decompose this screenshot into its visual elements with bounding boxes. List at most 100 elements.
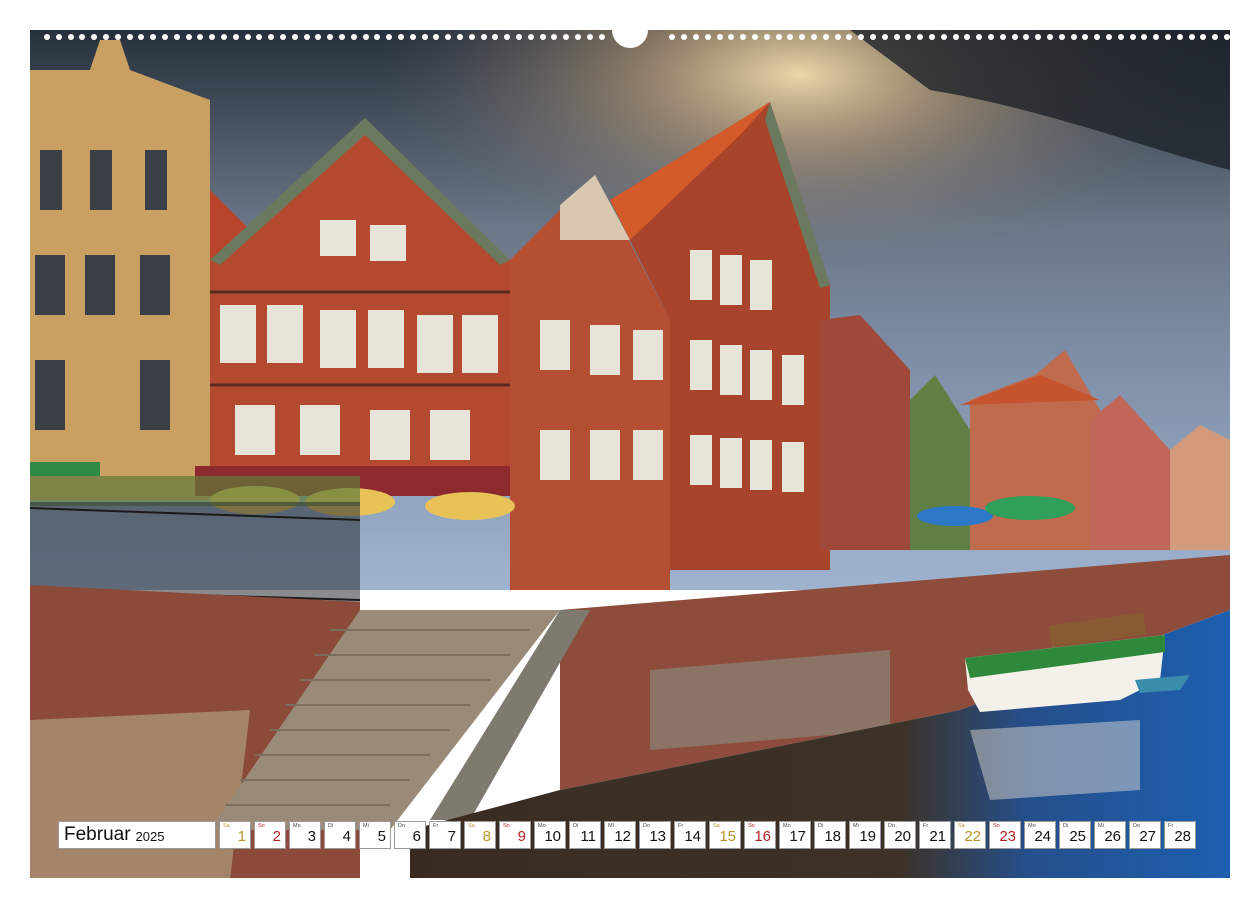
- binding-hole: [1177, 34, 1183, 40]
- binding-hole: [469, 34, 475, 40]
- day-cell: Sa8: [464, 821, 496, 849]
- day-number: 12: [614, 828, 631, 845]
- day-cell: Fr 7: [429, 821, 461, 849]
- day-cell: Sa22: [954, 821, 986, 849]
- binding-hole: [1118, 34, 1124, 40]
- day-number: 24: [1034, 828, 1051, 845]
- binding-hole: [363, 34, 369, 40]
- binding-hole: [1047, 34, 1053, 40]
- month-label-box: Februar 2025: [58, 821, 216, 849]
- day-cell: Mi19: [849, 821, 881, 849]
- weekday-label: Mi: [853, 823, 859, 829]
- weekday-label: Sa: [468, 823, 475, 829]
- binding-hole: [1165, 34, 1171, 40]
- binding-hole: [563, 34, 569, 40]
- binding-hole: [988, 34, 994, 40]
- binding-hole: [351, 34, 357, 40]
- day-number: 22: [964, 828, 981, 845]
- day-number: 19: [859, 828, 876, 845]
- day-number: 20: [894, 828, 911, 845]
- day-cell: So23: [989, 821, 1021, 849]
- binding-hole: [1153, 34, 1159, 40]
- binding-hole: [115, 34, 121, 40]
- binding-hole: [374, 34, 380, 40]
- day-cell: Fr21: [919, 821, 951, 849]
- day-cell: Di18: [814, 821, 846, 849]
- binding-hole: [1023, 34, 1029, 40]
- day-cell: Sa1: [219, 821, 251, 849]
- binding-hole: [905, 34, 911, 40]
- year-label: 2025: [136, 829, 165, 844]
- month-name: Februar: [64, 824, 131, 846]
- day-cell: Mo17: [779, 821, 811, 849]
- binding-hole: [339, 34, 345, 40]
- binding-hole: [728, 34, 734, 40]
- day-cell: Fr14: [674, 821, 706, 849]
- weekday-label: So: [258, 823, 265, 829]
- day-cell: Mo3: [289, 821, 321, 849]
- binding-hole: [894, 34, 900, 40]
- binding-hole: [422, 34, 428, 40]
- weekday-label: Di: [328, 823, 333, 829]
- day-number: 28: [1174, 828, 1191, 845]
- binding-hole: [245, 34, 251, 40]
- binding-hole: [504, 34, 510, 40]
- weekday-label: Mi: [608, 823, 614, 829]
- binding-hole: [1224, 34, 1230, 40]
- binding-hole: [256, 34, 262, 40]
- day-number: 26: [1104, 828, 1121, 845]
- binding-hole: [1082, 34, 1088, 40]
- binding-hole: [835, 34, 841, 40]
- binding-hole: [752, 34, 758, 40]
- binding-hole: [315, 34, 321, 40]
- day-number: 11: [580, 828, 596, 845]
- binding-hole: [705, 34, 711, 40]
- day-cell: Mo24: [1024, 821, 1056, 849]
- binding-hole: [823, 34, 829, 40]
- day-number: 5: [378, 828, 386, 845]
- binding-hole: [127, 34, 133, 40]
- weekday-label: Fr: [923, 823, 928, 829]
- day-number: 10: [544, 828, 561, 845]
- binding-hole: [870, 34, 876, 40]
- day-cell: Mi26: [1094, 821, 1126, 849]
- binding-hole: [929, 34, 935, 40]
- binding-hole: [669, 34, 675, 40]
- day-cell: Mo10: [534, 821, 566, 849]
- binding-hole: [186, 34, 192, 40]
- day-cell: Do6: [394, 821, 426, 849]
- day-number: 7: [448, 828, 456, 845]
- day-cell: Sa15: [709, 821, 741, 849]
- day-cell: Do13: [639, 821, 671, 849]
- weekday-label: Fr: [433, 823, 438, 829]
- binding-hole: [882, 34, 888, 40]
- binding-hole: [516, 34, 522, 40]
- binding-hole: [138, 34, 144, 40]
- binding-hole: [197, 34, 203, 40]
- binding-hole: [540, 34, 546, 40]
- binding-hole: [681, 34, 687, 40]
- calendar-strip: Februar 2025 Sa1So2Mo3Di4Mi5Do6Fr7Sa8So9…: [58, 821, 1199, 851]
- binding-hole: [1141, 34, 1147, 40]
- binding-hole: [587, 34, 593, 40]
- binding-hole: [799, 34, 805, 40]
- day-number: 17: [789, 828, 806, 845]
- binding-hole: [717, 34, 723, 40]
- day-cell: So16: [744, 821, 776, 849]
- weekday-label: Mi: [1098, 823, 1104, 829]
- day-cell: Mi12: [604, 821, 636, 849]
- binding-hole: [1000, 34, 1006, 40]
- binding-hole: [79, 34, 85, 40]
- day-number: 21: [929, 828, 946, 845]
- binding-hole: [327, 34, 333, 40]
- day-cell: So2: [254, 821, 286, 849]
- binding-hole: [174, 34, 180, 40]
- weekday-label: Sa: [223, 823, 230, 829]
- binding-hole: [386, 34, 392, 40]
- binding-hole: [1059, 34, 1065, 40]
- day-cell: Do20: [884, 821, 916, 849]
- binding-hole: [846, 34, 852, 40]
- binding-hole: [1106, 34, 1112, 40]
- binding-hole: [481, 34, 487, 40]
- binding-hole: [209, 34, 215, 40]
